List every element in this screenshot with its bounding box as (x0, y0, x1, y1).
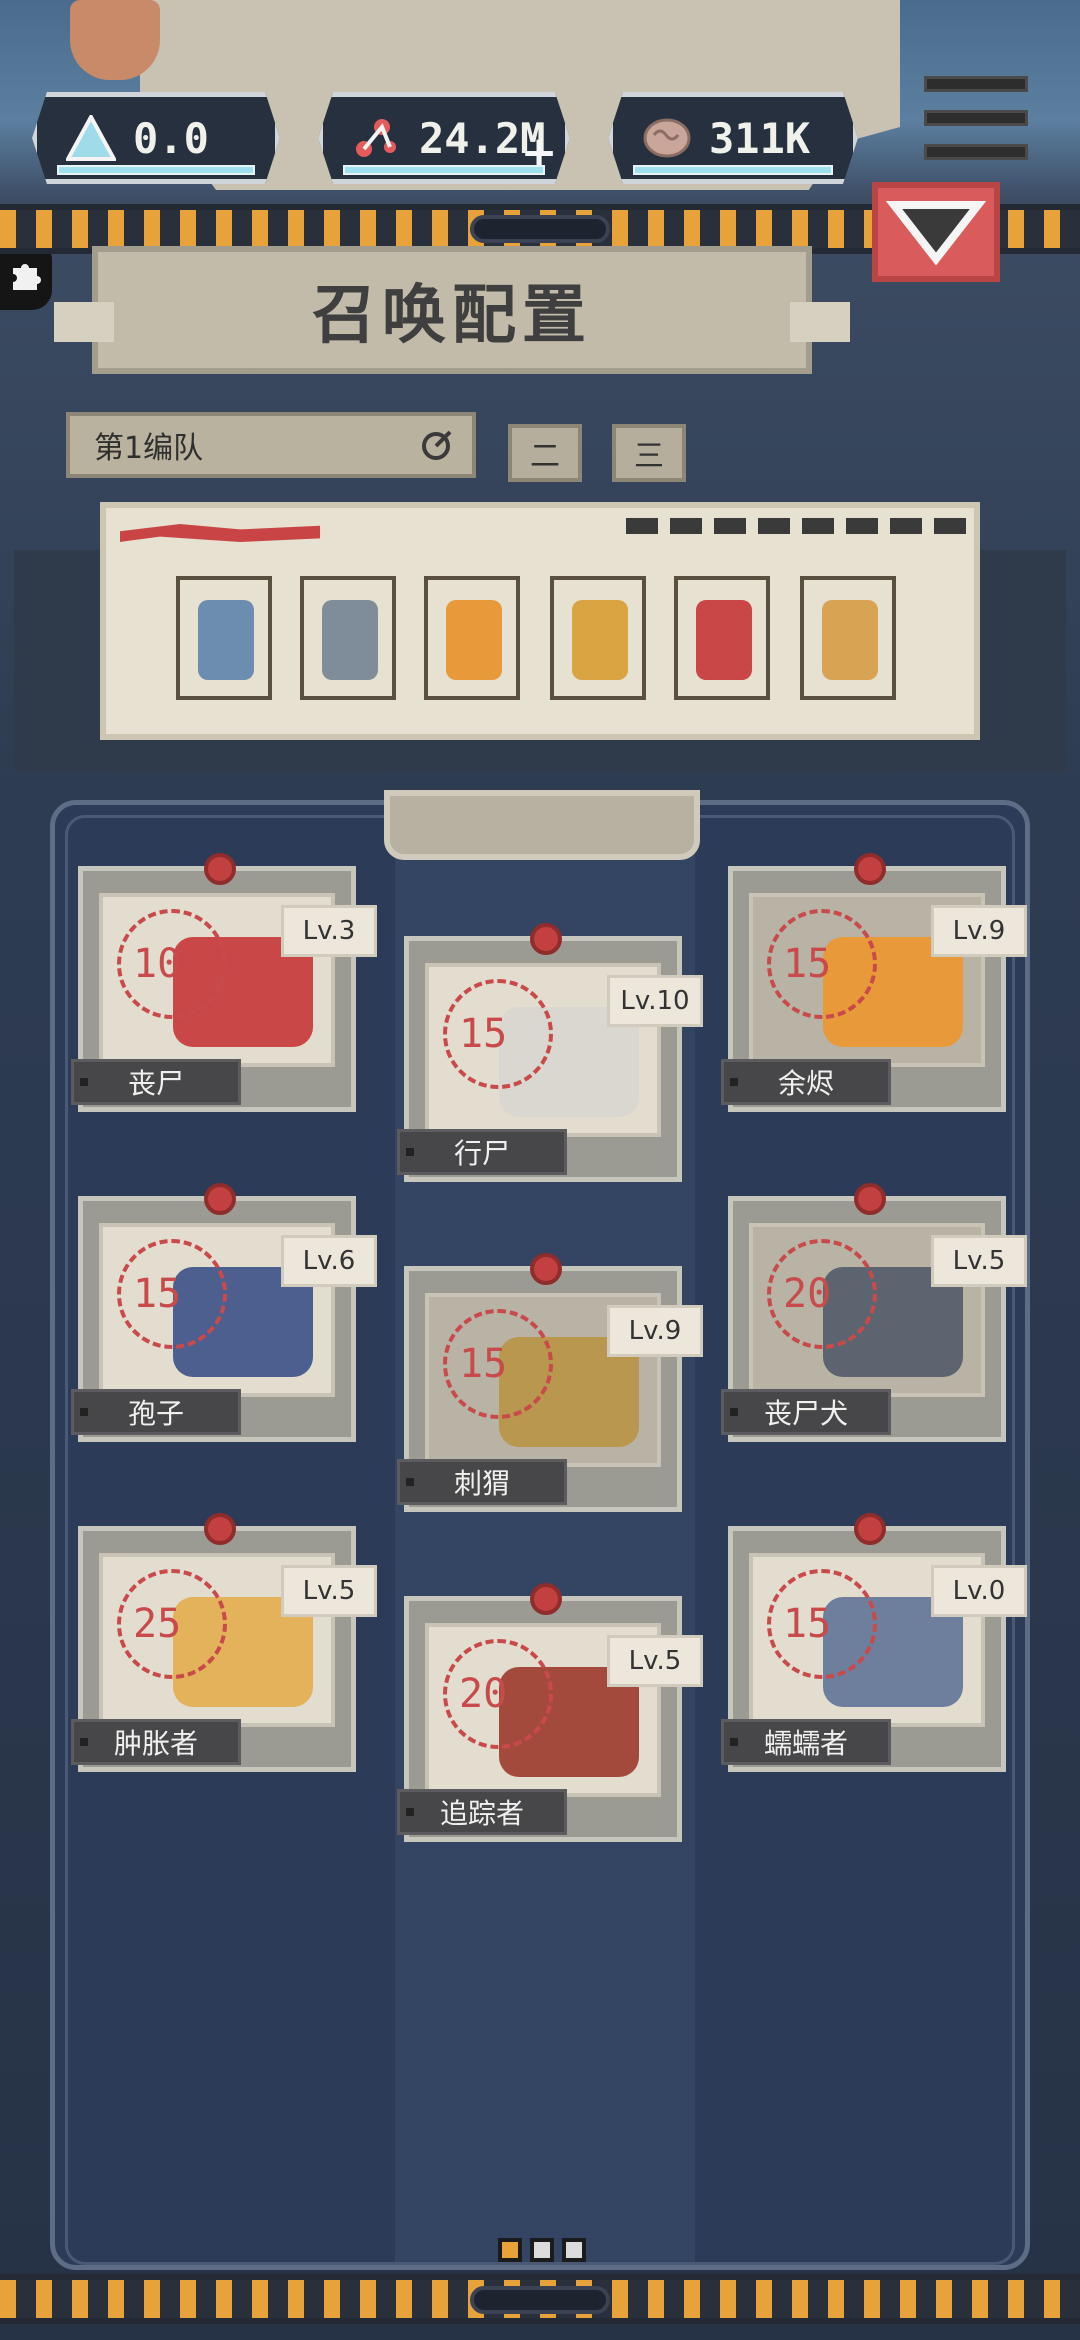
card-cost: 15 (783, 1601, 832, 1647)
pin-icon (204, 1513, 236, 1545)
resource-bar (57, 165, 255, 175)
page-title-plate: 召唤配置 (54, 246, 850, 374)
page-dot[interactable] (498, 2238, 522, 2262)
unit-card[interactable]: 20 Lv.5 追踪者 (397, 1583, 703, 1842)
pin-icon (854, 1183, 886, 1215)
hamburger-line (924, 76, 1028, 92)
squad-tab-2[interactable]: 二 (508, 424, 582, 482)
panel-dots (626, 518, 966, 534)
squad-tab-3[interactable]: 三 (612, 424, 686, 482)
unit-sprite (198, 600, 254, 680)
drag-handle-bottom[interactable] (470, 2286, 610, 2314)
card-name: 肿胀者 (71, 1719, 241, 1765)
card-cost: 15 (133, 1271, 182, 1317)
menu-button[interactable] (920, 70, 1032, 166)
page-indicator (498, 2238, 586, 2262)
card-cost: 15 (783, 941, 832, 987)
card-level: Lv.0 (931, 1565, 1027, 1617)
unit-card[interactable]: 15 Lv.9 余烬 (721, 853, 1027, 1112)
unit-sprite (822, 600, 878, 680)
team-slot-hedgehog[interactable] (800, 576, 896, 700)
page-dot[interactable] (562, 2238, 586, 2262)
card-level: Lv.5 (931, 1235, 1027, 1287)
team-slot-zombie-dog[interactable] (300, 576, 396, 700)
unit-sprite (572, 600, 628, 680)
pin-icon (530, 1583, 562, 1615)
unit-card[interactable]: 10 Lv.3 丧尸 (71, 853, 377, 1112)
pin-icon (854, 1513, 886, 1545)
triangle-down-icon (886, 201, 986, 266)
card-level: Lv.3 (281, 905, 377, 957)
card-name: 刺猬 (397, 1459, 567, 1505)
pin-icon (530, 923, 562, 955)
team-panel (100, 502, 980, 740)
card-level: Lv.10 (607, 975, 703, 1027)
collapse-button[interactable] (872, 182, 1000, 282)
card-cost: 15 (459, 1341, 508, 1387)
card-level: Lv.9 (607, 1305, 703, 1357)
frame-tab (384, 790, 700, 860)
card-level: Lv.5 (607, 1635, 703, 1687)
resource-value: 0.0 (133, 113, 209, 163)
unit-card[interactable]: 20 Lv.5 丧尸犬 (721, 1183, 1027, 1442)
team-slot-blue-zombie[interactable] (176, 576, 272, 700)
puzzle-icon (13, 264, 41, 290)
page-dot[interactable] (530, 2238, 554, 2262)
squad-tab-label: 二 (530, 439, 560, 474)
card-level: Lv.9 (931, 905, 1027, 957)
edit-icon[interactable] (418, 428, 454, 464)
team-slot-axe-zombie[interactable] (674, 576, 770, 700)
drag-handle-top[interactable] (470, 215, 610, 243)
card-name: 丧尸犬 (721, 1389, 891, 1435)
card-level: Lv.5 (281, 1565, 377, 1617)
hamburger-line (924, 110, 1028, 126)
squad-tab-label: 三 (634, 439, 664, 474)
molecule-icon (349, 110, 405, 166)
card-name: 追踪者 (397, 1789, 567, 1835)
team-slot-worker[interactable] (550, 576, 646, 700)
unit-card[interactable]: 15 Lv.6 孢子 (71, 1183, 377, 1442)
squad-selector[interactable]: 第1编队 (66, 412, 476, 478)
pin-icon (204, 853, 236, 885)
resource-bar (633, 165, 833, 175)
card-cost: 25 (133, 1601, 182, 1647)
squad-name: 第1编队 (94, 431, 204, 466)
card-cost: 20 (459, 1671, 508, 1717)
resource-bar (343, 165, 545, 175)
unit-sprite (446, 600, 502, 680)
unit-card[interactable]: 15 Lv.0 蠕蠕者 (721, 1513, 1027, 1772)
card-name: 蠕蠕者 (721, 1719, 891, 1765)
card-cost: 20 (783, 1271, 832, 1317)
resource-brain[interactable]: 311K (608, 92, 858, 184)
card-cost: 10 (133, 941, 182, 987)
unit-sprite (696, 600, 752, 680)
pin-icon (854, 853, 886, 885)
scene-character (70, 0, 160, 80)
pin-icon (204, 1183, 236, 1215)
team-slot-ember[interactable] (424, 576, 520, 700)
resource-dna[interactable]: 24.2M + (318, 92, 570, 184)
page-title: 召唤配置 (312, 279, 592, 353)
card-level: Lv.6 (281, 1235, 377, 1287)
unit-card[interactable]: 15 Lv.10 行尸 (397, 923, 703, 1182)
crystal-icon (63, 110, 119, 166)
pin-icon (530, 1253, 562, 1285)
unit-card[interactable]: 15 Lv.9 刺猬 (397, 1253, 703, 1512)
card-name: 行尸 (397, 1129, 567, 1175)
hamburger-line (924, 144, 1028, 160)
resource-gem[interactable]: 0.0 (32, 92, 280, 184)
unit-sprite (322, 600, 378, 680)
card-name: 丧尸 (71, 1059, 241, 1105)
brain-icon (639, 110, 695, 166)
card-name: 余烬 (721, 1059, 891, 1105)
card-name: 孢子 (71, 1389, 241, 1435)
resource-value: 311K (709, 113, 811, 163)
card-cost: 15 (459, 1011, 508, 1057)
unit-card[interactable]: 25 Lv.5 肿胀者 (71, 1513, 377, 1772)
paint-mark (120, 524, 320, 542)
